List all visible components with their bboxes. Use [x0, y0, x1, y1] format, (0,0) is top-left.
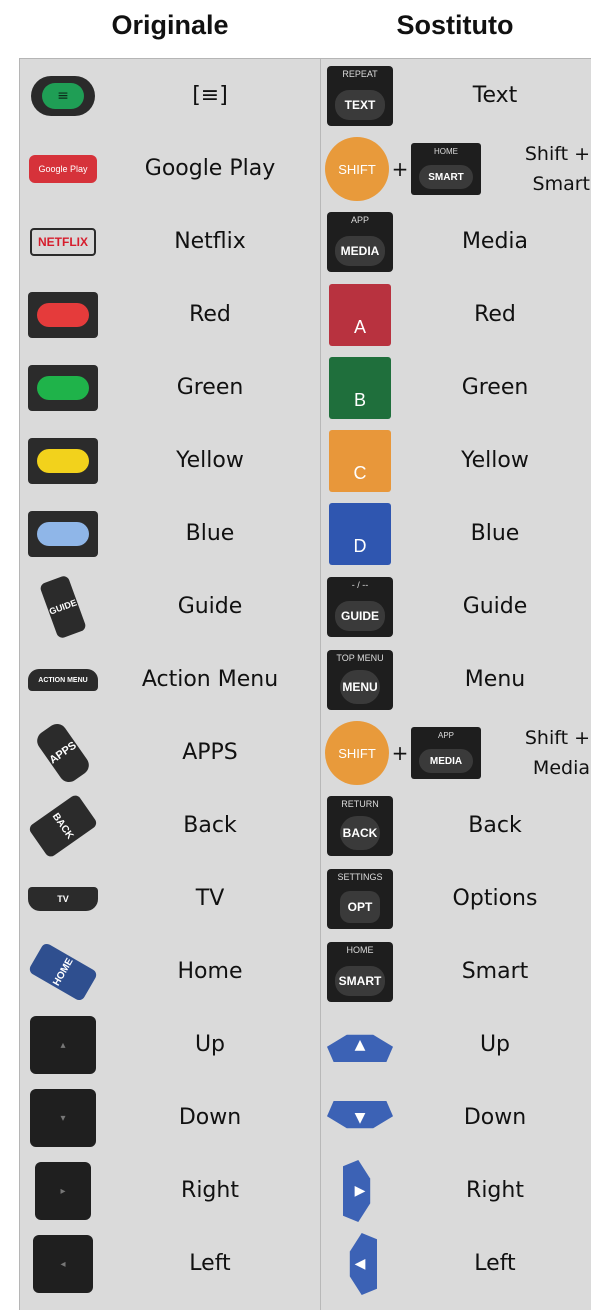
shift-button-icon: SHIFT [325, 137, 389, 201]
blue-key-icon: D [327, 502, 393, 566]
original-label: Blue [185, 521, 235, 546]
dpad-down-icon: ▾ [28, 1089, 98, 1147]
green-key-icon: B [327, 356, 393, 420]
google-play-icon: Google Play [28, 140, 98, 198]
dpad-left-icon: ◂ [28, 1235, 98, 1293]
header-substitute: Sostituto [396, 9, 514, 40]
guide-key-icon: - / -- GUIDE [327, 575, 393, 639]
table-row: BACK Back RETURN BACK Back [20, 789, 591, 863]
substitute-label: Right [466, 1178, 524, 1203]
original-label: TV [195, 886, 225, 911]
table-row: ▾ Down ▼ Down [20, 1081, 591, 1155]
red-button-icon [28, 286, 98, 344]
dpad-up-icon: ▴ [28, 1016, 98, 1074]
guide-icon: GUIDE [28, 574, 98, 640]
yellow-button-icon [28, 432, 98, 490]
substitute-label: Media [461, 229, 529, 254]
media-key-icon: APP MEDIA [411, 727, 481, 779]
table-row: ▴ Up ▲ Up [20, 1008, 591, 1082]
table-row: TV TV SETTINGS OPT Options [20, 862, 591, 936]
yellow-key-icon: C [327, 429, 393, 493]
media-key-icon: APP MEDIA [327, 210, 393, 274]
table-row: ACTION MENU Action Menu TOP MENU MENU Men… [20, 643, 591, 717]
table-row: APPS APPS SHIFT + APP MEDIA Shift + Media [20, 716, 591, 790]
menu-key-icon: TOP MENU MENU [327, 648, 393, 712]
substitute-label: Options [452, 886, 538, 911]
text-key-icon: REPEAT TEXT [327, 64, 393, 128]
blue-button-icon [28, 505, 98, 563]
red-key-icon: A [327, 283, 393, 347]
smart-key-icon: HOME SMART [327, 940, 393, 1004]
table-row: Blue D Blue [20, 497, 591, 571]
table-row: HOME Home HOME SMART Smart [20, 935, 591, 1009]
original-label: [≡] [192, 83, 228, 108]
substitute-label: Red [474, 302, 516, 327]
table-row: ≡ [≡] REPEAT TEXT Text [20, 59, 591, 133]
arrow-down-icon: ▼ [327, 1086, 393, 1150]
original-label: Down [178, 1105, 242, 1130]
original-label: Up [194, 1032, 226, 1057]
smart-key-icon: HOME SMART [411, 143, 481, 195]
original-label: Red [189, 302, 231, 327]
apps-icon: APPS [28, 720, 98, 786]
list-button-icon: ≡ [28, 67, 98, 125]
options-key-icon: SETTINGS OPT [327, 867, 393, 931]
table-row: Green B Green [20, 351, 591, 425]
action-menu-icon: ACTION MENU [28, 651, 98, 709]
original-label: Home [177, 959, 243, 984]
table-row: Google Play Google Play SHIFT + HOME SMAR… [20, 132, 591, 206]
substitute-label: Smart [461, 959, 529, 984]
substitute-label: Down [463, 1105, 527, 1130]
substitute-label: Yellow [461, 448, 529, 473]
original-label: Back [183, 813, 237, 838]
original-label: Guide [177, 594, 243, 619]
tv-icon: TV [28, 870, 98, 928]
original-label: Action Menu [141, 667, 279, 692]
substitute-label: Green [461, 375, 529, 400]
substitute-label: Guide [462, 594, 528, 619]
substitute-label: Text [472, 83, 518, 108]
table-row: ▸ Right ▶ Right [20, 1154, 591, 1228]
original-label: Yellow [176, 448, 244, 473]
substitute-label: Left [474, 1251, 516, 1276]
plus-sign: + [391, 157, 409, 181]
substitute-label: Shift + Media [524, 726, 590, 779]
table-row: ◂ Left ◀ Left [20, 1227, 591, 1310]
mapping-table: ≡ [≡] REPEAT TEXT Text Google Play Google… [19, 58, 591, 1310]
original-label: Left [189, 1251, 231, 1276]
original-label: Google Play [144, 156, 276, 181]
green-button-icon [28, 359, 98, 417]
original-label: APPS [182, 740, 238, 765]
plus-sign: + [391, 741, 409, 765]
arrow-up-icon: ▲ [327, 1013, 393, 1077]
substitute-label: Shift + Smart [524, 142, 590, 195]
back-key-icon: RETURN BACK [327, 794, 393, 858]
shift-button-icon: SHIFT [325, 721, 389, 785]
arrow-left-icon: ◀ [327, 1232, 393, 1296]
back-icon: BACK [27, 793, 99, 859]
substitute-label: Menu [464, 667, 526, 692]
table-row: Red A Red [20, 278, 591, 352]
home-icon: HOME [27, 941, 99, 1003]
substitute-label: Blue [470, 521, 520, 546]
original-label: Green [176, 375, 244, 400]
substitute-label: Back [468, 813, 522, 838]
dpad-right-icon: ▸ [28, 1162, 98, 1220]
original-label: Right [181, 1178, 239, 1203]
table-row: Yellow C Yellow [20, 424, 591, 498]
table-row: NETFLIX Netflix APP MEDIA Media [20, 205, 591, 279]
original-label: Netflix [174, 229, 246, 254]
arrow-right-icon: ▶ [327, 1159, 393, 1223]
netflix-icon: NETFLIX [28, 213, 98, 271]
table-row: GUIDE Guide - / -- GUIDE Guide [20, 570, 591, 644]
substitute-label: Up [479, 1032, 511, 1057]
header-original: Originale [111, 9, 229, 40]
